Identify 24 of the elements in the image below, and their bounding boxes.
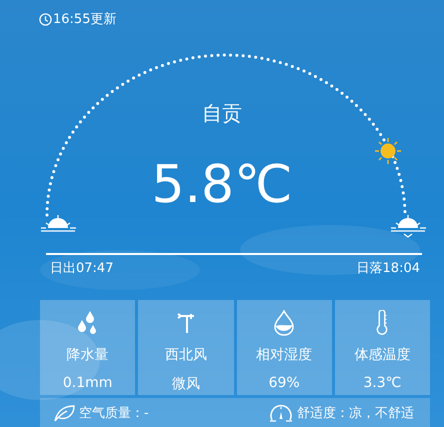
- sunrise-icon: [40, 214, 77, 232]
- raindrops-icon: [76, 310, 99, 336]
- stat-label: 降水量: [66, 346, 109, 364]
- comfort-level: 舒适度：凉，不舒适: [297, 405, 414, 422]
- gauge-icon: [269, 403, 293, 423]
- sunset-icon: [390, 214, 427, 238]
- air-quality: 空气质量：-: [79, 405, 149, 422]
- sunrise-time: 日出07:47: [50, 260, 114, 277]
- city-name: 自贡: [201, 100, 243, 127]
- clock-icon: [39, 12, 52, 26]
- stat-label: 西北风: [164, 346, 207, 364]
- thermometer-icon: [375, 310, 390, 336]
- stat-value: 0.1mm: [62, 375, 112, 391]
- stat-value: 3.3℃: [363, 375, 402, 391]
- humidity-drop-icon: [274, 310, 294, 336]
- update-time: 16:55更新: [53, 11, 116, 28]
- sun-icon: [374, 137, 402, 165]
- leaf-icon: [53, 404, 75, 422]
- sunset-time: 日落18:04: [356, 260, 420, 277]
- stat-value: 69%: [268, 375, 300, 391]
- stat-value: 微风: [172, 375, 200, 393]
- temperature: 5.8℃: [150, 155, 294, 215]
- stat-label: 体感温度: [354, 346, 410, 364]
- stat-label: 相对湿度: [256, 346, 312, 364]
